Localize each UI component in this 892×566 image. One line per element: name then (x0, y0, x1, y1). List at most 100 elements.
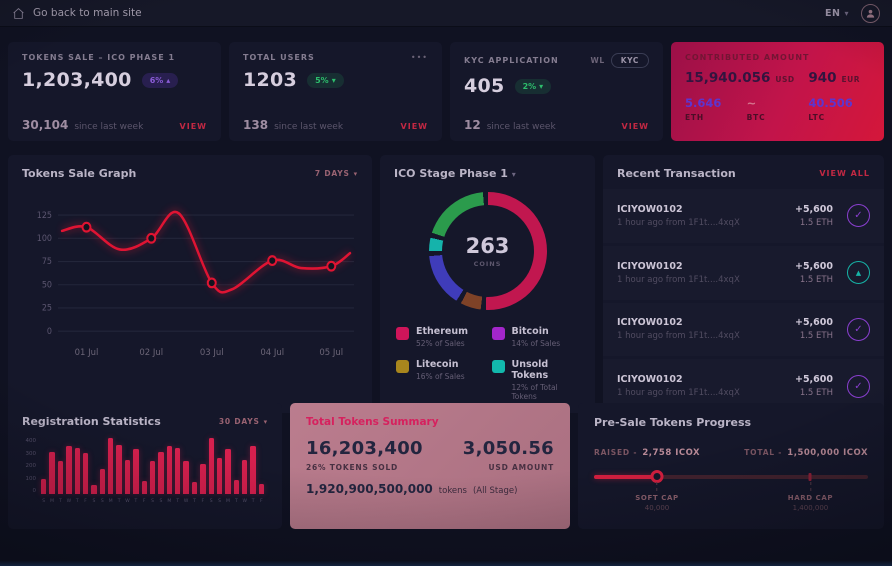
btc-amount: ~ BTC (747, 96, 809, 122)
svg-text:04 Jul: 04 Jul (260, 348, 284, 358)
coins-label: COINS (474, 260, 502, 268)
chevron-down-icon[interactable]: ▾ (512, 170, 516, 179)
donut-legend: Ethereum 52% of Sales Bitcoin 14% of Sal… (394, 326, 581, 401)
back-link[interactable]: Go back to main site (12, 7, 142, 20)
back-label[interactable]: Go back to main site (33, 7, 142, 19)
registration-bar-chart: 4003002001000 SMTWTFSSMTWTFSSMTWTFSSMTWT… (22, 438, 268, 505)
bar: S (150, 438, 155, 494)
usd-unit: USD (775, 75, 794, 84)
range-label: 30 DAYS (219, 417, 260, 426)
badge-percent: 6% (150, 76, 164, 85)
check-circle-icon: ✓ (847, 318, 870, 341)
chevron-down-icon: ▾ (354, 170, 358, 178)
bar-chart-bars: SMTWTFSSMTWTFSSMTWTFSSMTWTF (41, 438, 264, 494)
tokens-sale-value: 1,203,400 (22, 69, 132, 91)
recent-transactions-panel: Recent Transaction VIEW ALL ICIYOW0102 1… (603, 155, 884, 413)
legend-unsold-tokens: Unsold Tokens 12% of Total Tokens (492, 359, 580, 401)
ico-stage-panel: ICO Stage Phase 1 ▾ 263 COINS Ethereum 5… (380, 155, 595, 413)
footer-strip (0, 560, 892, 566)
eth-value: 5.646 (685, 96, 747, 110)
usd-amount-label: USD AMOUNT (489, 463, 554, 472)
btc-value: ~ (747, 96, 809, 110)
panel-title: Total Tokens Summary (306, 416, 554, 428)
delta-note: since last week (487, 122, 556, 132)
card-title: CONTRIBUTED AMOUNT (685, 53, 810, 62)
slider-fill (594, 475, 657, 479)
dashboard-content: TOKENS SALE – ICO PHASE 1 1,203,400 6% ▴… (0, 27, 892, 517)
language-selector[interactable]: EN ▾ (825, 8, 849, 19)
tab-kyc[interactable]: KYC (611, 53, 649, 68)
transactions-list: ICIYOW0102 1 hour ago from 1F1t....4xqX … (603, 189, 884, 413)
view-all-button[interactable]: VIEW ALL (819, 169, 870, 178)
soft-cap-value: 40,000 (635, 504, 678, 512)
chevron-down-icon: ▾ (264, 418, 268, 426)
tx-id: ICIYOW0102 (617, 374, 740, 385)
panel-title: Recent Transaction (617, 167, 736, 180)
bar: F (142, 438, 147, 494)
bar: S (41, 438, 46, 494)
bar: M (49, 438, 54, 494)
registration-statistics-panel: Registration Statistics 30 DAYS ▾ 400300… (8, 403, 282, 529)
range-dropdown[interactable]: 30 DAYS ▾ (219, 417, 268, 426)
svg-text:05 Jul: 05 Jul (319, 348, 343, 358)
badge-percent: 5% (315, 76, 329, 85)
view-button[interactable]: VIEW (622, 122, 649, 131)
delta-value: 30,104 (22, 118, 68, 132)
avatar[interactable] (861, 4, 880, 23)
panel-title: Pre-Sale Tokens Progress (594, 416, 868, 429)
total-value: 1,500,000 ICOX (787, 448, 868, 458)
raised-label: RAISED - (594, 448, 637, 457)
card-kyc-application: KYC APPLICATION WL KYC 405 2% ▾ 12 since… (450, 42, 663, 141)
presale-progress-panel: Pre-Sale Tokens Progress RAISED - 2,758 … (578, 403, 884, 529)
total-users-value: 1203 (243, 69, 297, 91)
arrow-down-icon: ▾ (539, 82, 543, 91)
home-icon (12, 7, 25, 20)
card-title: KYC APPLICATION (464, 56, 559, 65)
ethereum-swatch (396, 327, 409, 340)
range-label: 7 DAYS (315, 169, 350, 178)
panel-title: Registration Statistics (22, 415, 161, 428)
view-button[interactable]: VIEW (401, 122, 428, 131)
triangle-circle-icon: ▲ (847, 261, 870, 284)
transaction-row[interactable]: ICIYOW0102 1 hour ago from 1F1t....4xqX … (603, 303, 884, 357)
eur-unit: EUR (842, 75, 861, 84)
check-circle-icon: ✓ (847, 375, 870, 398)
tx-meta: 1 hour ago from 1F1t....4xqX (617, 388, 740, 398)
legend-bitcoin: Bitcoin 14% of Sales (492, 326, 580, 348)
tokens-sold-label: 26% TOKENS SOLD (306, 463, 398, 472)
hardcap-tick (809, 473, 812, 481)
bar: M (108, 438, 113, 494)
transaction-row[interactable]: ICIYOW0102 1 hour ago from 1F1t....4xqX … (603, 246, 884, 300)
svg-text:25: 25 (42, 302, 52, 312)
transaction-row[interactable]: ICIYOW0102 1 hour ago from 1F1t....4xqX … (603, 189, 884, 243)
card-total-users: TOTAL USERS ••• 1203 5% ▾ 138 since last… (229, 42, 442, 141)
tx-meta: 1 hour ago from 1F1t....4xqX (617, 331, 740, 341)
total-label: TOTAL - (744, 448, 782, 457)
ltc-label: LTC (808, 113, 870, 122)
tx-id: ICIYOW0102 (617, 317, 740, 328)
bar: T (175, 438, 180, 494)
card-contributed-amount: CONTRIBUTED AMOUNT 15,940.056 USD 940 EU… (671, 42, 884, 141)
tx-eth: 1.5 ETH (795, 388, 833, 398)
tab-wl[interactable]: WL (590, 56, 604, 65)
legend-name: Ethereum (416, 326, 468, 337)
tokens-sale-line-chart: 025507510012501 Jul02 Jul03 Jul04 Jul05 … (22, 186, 358, 368)
hard-cap-label: HARD CAP (788, 494, 833, 502)
language-label: EN (825, 8, 840, 19)
trend-badge: 5% ▾ (307, 73, 344, 88)
bar: W (242, 438, 247, 494)
eth-label: ETH (685, 113, 747, 122)
svg-text:50: 50 (42, 279, 52, 289)
check-circle-icon: ✓ (847, 204, 870, 227)
bar: S (209, 438, 214, 494)
range-dropdown[interactable]: 7 DAYS ▾ (315, 169, 358, 178)
usd-amount-value: 3,050.56 (463, 438, 554, 459)
all-stage-tokens-note: (All Stage) (473, 486, 517, 496)
more-menu-icon[interactable]: ••• (411, 53, 428, 62)
raised-value: 2,758 ICOX (642, 448, 700, 458)
tx-amount: +5,600 (795, 261, 833, 272)
card-tokens-sale: TOKENS SALE – ICO PHASE 1 1,203,400 6% ▴… (8, 42, 221, 141)
view-button[interactable]: VIEW (180, 122, 207, 131)
tx-meta: 1 hour ago from 1F1t....4xqX (617, 218, 740, 228)
tx-amount: +5,600 (795, 374, 833, 385)
